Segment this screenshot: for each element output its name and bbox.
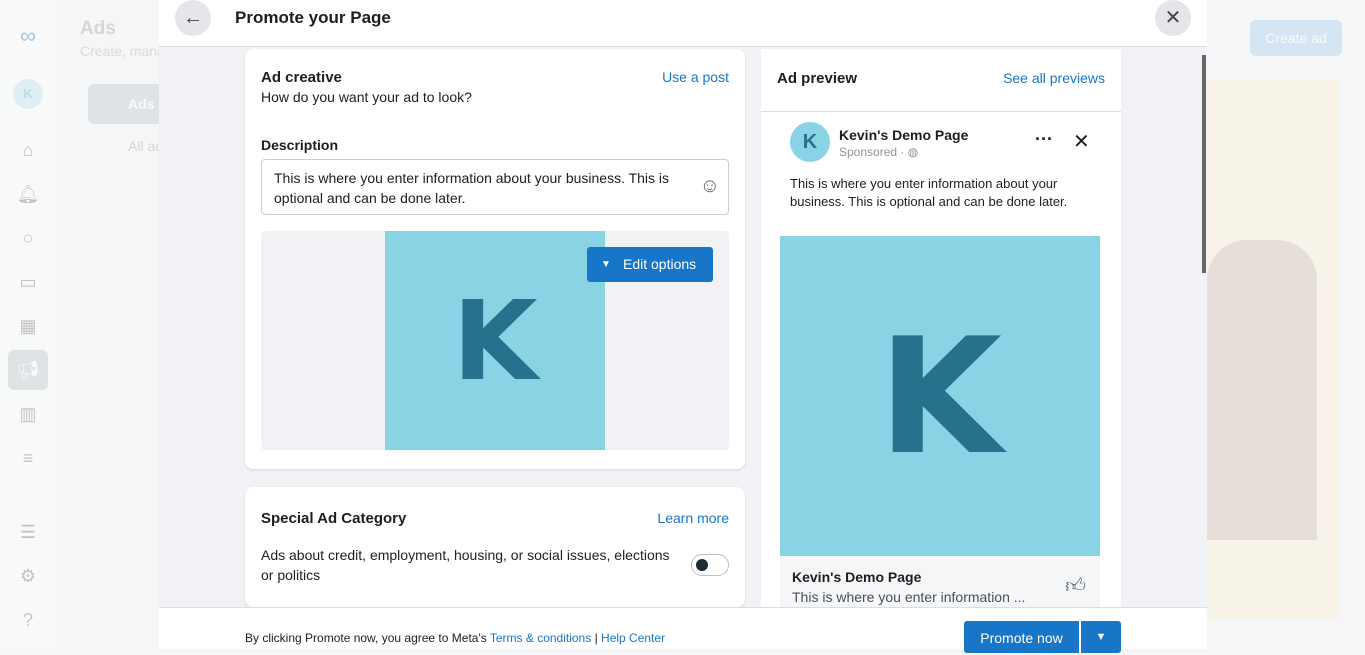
preview-image: K: [780, 236, 1100, 556]
caret-down-icon: ▼: [1095, 631, 1107, 643]
modal-title: Promote your Page: [235, 8, 391, 27]
special-text: Ads about credit, employment, housing, o…: [261, 547, 670, 583]
illustration: [1207, 80, 1340, 620]
gear-icon[interactable]: ⚙: [16, 564, 40, 588]
chart-icon[interactable]: ▥: [16, 402, 40, 426]
preview-footer-text: This is where you enter information ...: [792, 589, 1026, 605]
promote-modal: ← Promote your Page ✕ Ad creative How do…: [159, 0, 1207, 653]
close-button[interactable]: ✕: [1155, 0, 1191, 36]
terms-link[interactable]: Terms & conditions: [490, 631, 591, 645]
emoji-icon[interactable]: ☺: [700, 176, 720, 196]
avatar[interactable]: K: [13, 79, 43, 109]
sponsored-label: Sponsored ·: [839, 145, 905, 159]
home-icon[interactable]: ⌂: [16, 138, 40, 162]
learn-more-link[interactable]: Learn more: [657, 510, 729, 526]
pages-icon[interactable]: ▭: [16, 270, 40, 294]
see-all-previews-link[interactable]: See all previews: [1003, 70, 1105, 86]
ad-creative-card: Ad creative How do you want your ad to l…: [245, 49, 745, 469]
promote-options-button[interactable]: ▼: [1081, 621, 1121, 653]
page-name: Kevin's Demo Page: [839, 127, 969, 143]
preview-footer: Kevin's Demo Page This is where you ente…: [780, 556, 1100, 609]
description-input[interactable]: This is where you enter information abou…: [261, 159, 729, 215]
agree-text: By clicking Promote now, you agree to Me…: [245, 631, 490, 645]
special-ad-category-card: Special Ad Category Learn more Ads about…: [245, 487, 745, 607]
ad-creative-subtitle: How do you want your ad to look?: [261, 89, 472, 105]
create-ad-button[interactable]: Create ad: [1250, 20, 1342, 56]
arrow-left-icon: ←: [183, 7, 203, 29]
separator: |: [591, 631, 602, 645]
list-icon[interactable]: ☰: [16, 520, 40, 544]
close-icon: ✕: [1164, 7, 1182, 29]
meta-logo-icon: ∞: [20, 23, 36, 48]
menu-icon[interactable]: ≡: [16, 446, 40, 470]
ad-image: K: [385, 231, 605, 450]
page-avatar: K: [790, 122, 830, 162]
edit-options-label: Edit options: [623, 256, 697, 272]
help-icon[interactable]: ?: [16, 608, 40, 632]
help-center-link[interactable]: Help Center: [601, 631, 665, 645]
megaphone-icon[interactable]: 📢︎: [8, 350, 48, 390]
close-icon[interactable]: ✕: [1073, 129, 1090, 154]
edit-options-button[interactable]: ▼ Edit options: [587, 247, 713, 282]
ad-creative-title: Ad creative: [261, 69, 342, 86]
nav-ads-summary[interactable]: Ads s: [88, 84, 168, 124]
description-value: This is where you enter information abou…: [274, 170, 670, 206]
modal-header: ← Promote your Page ✕: [159, 0, 1207, 47]
table-icon[interactable]: ▦: [16, 314, 40, 338]
back-button[interactable]: ←: [175, 0, 211, 36]
scrollbar[interactable]: [1202, 55, 1206, 273]
caret-down-icon: ▼: [601, 259, 611, 270]
modal-footer: By clicking Promote now, you agree to Me…: [159, 607, 1207, 653]
more-icon[interactable]: ···: [1035, 129, 1053, 150]
chat-icon[interactable]: ○: [16, 226, 40, 250]
ads-subtitle: Create, mana: [80, 43, 165, 59]
ad-preview-title: Ad preview: [777, 70, 858, 87]
description-label: Description: [261, 137, 339, 153]
special-title: Special Ad Category: [261, 510, 407, 527]
globe-icon: ◍: [907, 145, 919, 159]
ads-title: Ads: [80, 18, 116, 39]
use-post-link[interactable]: Use a post: [662, 69, 729, 85]
special-category-toggle[interactable]: [691, 554, 729, 576]
like-icon[interactable]: 👍︎: [1065, 574, 1086, 598]
ad-preview-panel: Ad preview See all previews K Kevin's De…: [761, 49, 1121, 609]
preview-body: This is where you enter information abou…: [790, 176, 1068, 209]
nav-all-ads[interactable]: All ac: [128, 138, 162, 154]
promote-now-button[interactable]: Promote now: [964, 621, 1079, 653]
bell-icon[interactable]: 🔔︎: [16, 182, 40, 206]
preview-footer-name: Kevin's Demo Page: [792, 569, 922, 585]
left-rail: ∞ K ⌂ 🔔︎ ○ ▭ ▦ 📢︎ ▥ ≡ ☰ ⚙ ?: [0, 0, 56, 649]
